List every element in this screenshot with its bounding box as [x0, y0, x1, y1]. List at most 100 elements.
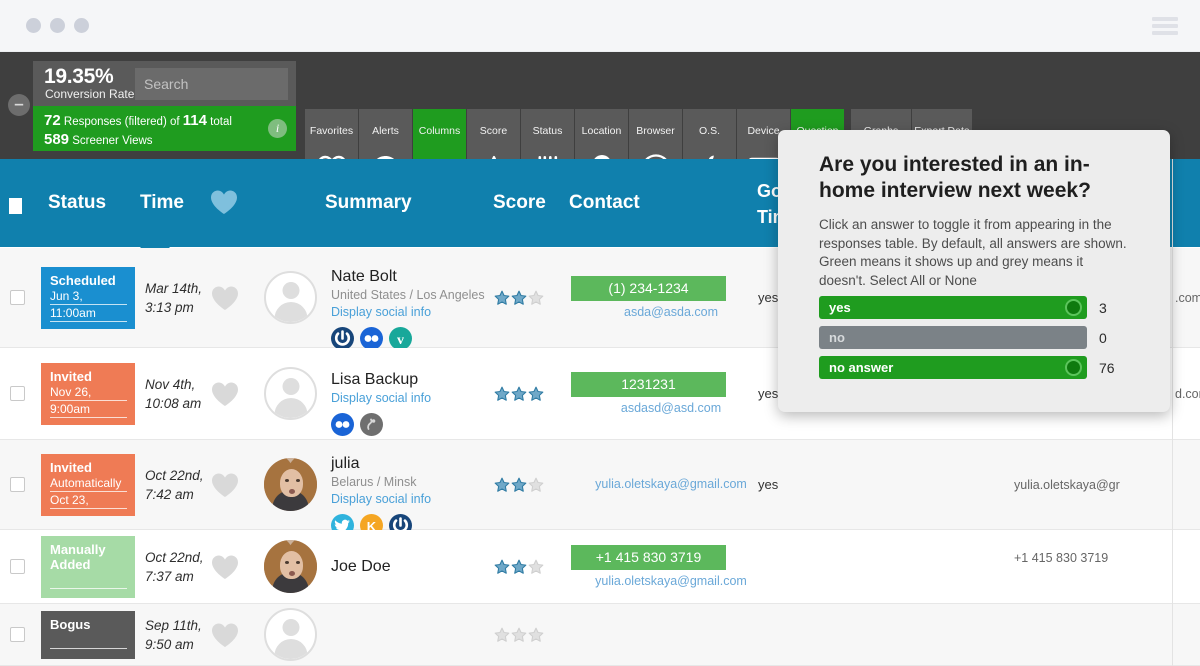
window-titlebar [0, 0, 1200, 52]
contact-location: Belarus / Minsk [331, 475, 417, 489]
header-favorite-heart-icon[interactable] [210, 189, 238, 220]
answer-label: yes [829, 300, 851, 315]
status-badge[interactable]: Bogus [41, 611, 135, 659]
contact-location: United States / Los Angeles [331, 288, 485, 302]
contact-cell: (1) 234-1234 asda@asda.com [571, 276, 771, 319]
hamburger-icon[interactable] [1152, 15, 1178, 37]
score-star[interactable] [528, 290, 544, 306]
toggle-knob-icon[interactable] [1065, 359, 1082, 376]
contact-name: Nate Bolt [331, 268, 397, 285]
score-star[interactable] [511, 559, 527, 575]
screener-views-line: 589 Screener Views [44, 131, 153, 148]
contact-email-link[interactable]: yulia.oletskaya@gmail.com [571, 574, 771, 588]
vimeo-icon[interactable]: v [389, 327, 412, 350]
header-status[interactable]: Status [48, 192, 106, 214]
score-star[interactable] [494, 386, 510, 402]
answer-toggle[interactable]: no answer [819, 356, 1087, 379]
toolbar-button-label: Alerts [372, 125, 399, 137]
score-stars[interactable] [494, 559, 544, 575]
toggle-knob-icon[interactable] [1065, 299, 1082, 316]
score-star[interactable] [528, 477, 544, 493]
score-stars[interactable] [494, 627, 544, 643]
header-time[interactable]: Time [140, 192, 184, 214]
answer-toggle[interactable]: yes [819, 296, 1087, 319]
header-summary[interactable]: Summary [325, 192, 412, 214]
answer-count: 0 [1099, 329, 1107, 346]
contact-cell: yulia.oletskaya@gmail.com [571, 477, 771, 491]
summary-cell: Lisa Backup Display social info [331, 370, 496, 436]
toolbar-button-label: O.S. [698, 125, 720, 137]
toolbar-button-label: Columns [418, 125, 461, 137]
avatar [264, 458, 317, 511]
row-checkbox[interactable] [10, 559, 25, 574]
status-badge[interactable]: Invited Automatically Oct 23, [41, 454, 135, 516]
app-root: – 19.35% Conversion Rate 72 Responses (f… [0, 0, 1200, 666]
favorite-heart-icon[interactable] [211, 554, 239, 585]
row-checkbox[interactable] [10, 290, 25, 305]
score-star[interactable] [494, 477, 510, 493]
table-right-border [1172, 159, 1173, 666]
summary-cell: Nate Bolt United States / Los Angeles Disp… [331, 267, 496, 350]
score-star[interactable] [494, 559, 510, 575]
status-badge[interactable]: Manually Added [41, 536, 135, 598]
favorite-heart-icon[interactable] [211, 622, 239, 653]
contact-email-link[interactable]: asda@asda.com [571, 305, 771, 319]
social-icons [331, 413, 496, 436]
score-star[interactable] [528, 559, 544, 575]
answer-row: no 0 [819, 326, 1139, 349]
grey-social-icon[interactable] [360, 413, 383, 436]
select-all-checkbox[interactable] [9, 198, 22, 214]
answer-count: 3 [1099, 299, 1107, 316]
row-checkbox[interactable] [10, 386, 25, 401]
minimize-dot[interactable] [50, 18, 65, 33]
score-star[interactable] [511, 477, 527, 493]
score-star[interactable] [528, 386, 544, 402]
status-badge[interactable]: Invited Nov 26, 9:00am [41, 363, 135, 425]
info-icon[interactable]: i [268, 119, 287, 138]
avatar [264, 540, 317, 593]
score-star[interactable] [511, 627, 527, 643]
display-social-info-link[interactable]: Display social info [331, 304, 496, 321]
good-time-cell: d.com [1175, 387, 1200, 401]
display-social-info-link[interactable]: Display social info [331, 390, 496, 407]
search-input[interactable] [135, 68, 288, 100]
score-star[interactable] [511, 386, 527, 402]
score-stars[interactable] [494, 386, 544, 402]
score-star[interactable] [511, 290, 527, 306]
flickr-icon[interactable] [331, 413, 354, 436]
collapse-button[interactable]: – [8, 94, 30, 116]
favorite-heart-icon[interactable] [211, 472, 239, 503]
gowalla-icon[interactable] [331, 327, 354, 350]
score-stars[interactable] [494, 290, 544, 306]
popup-description: Click an answer to toggle it from appear… [819, 217, 1127, 288]
status-badge[interactable]: Scheduled Jun 3, 11:00am [41, 267, 135, 329]
good-time-cell: .com [1175, 291, 1200, 305]
contact-email-link[interactable]: asdasd@asd.com [571, 401, 771, 415]
toolbar-button-label: Status [532, 125, 563, 137]
header-score[interactable]: Score [493, 192, 546, 214]
score-star[interactable] [528, 627, 544, 643]
favorite-heart-icon[interactable] [211, 285, 239, 316]
contact-name: Joe Doe [331, 558, 391, 575]
summary-cell: Joe Doe [331, 557, 496, 577]
row-checkbox[interactable] [10, 477, 25, 492]
close-dot[interactable] [26, 18, 41, 33]
score-star[interactable] [494, 627, 510, 643]
maximize-dot[interactable] [74, 18, 89, 33]
row-checkbox[interactable] [10, 627, 25, 642]
answer-count: 76 [1099, 359, 1115, 376]
answer-toggle[interactable]: no [819, 326, 1087, 349]
avatar [264, 367, 317, 420]
contact-email-link[interactable]: yulia.oletskaya@gmail.com [571, 477, 771, 491]
flickr-icon[interactable] [360, 327, 383, 350]
phone-button[interactable]: +1 415 830 3719 [571, 545, 726, 570]
phone-button[interactable]: 1231231 [571, 372, 726, 397]
display-social-info-link[interactable]: Display social info [331, 491, 496, 508]
header-contact[interactable]: Contact [569, 192, 640, 214]
contact-cell: 1231231 asdasd@asd.com [571, 372, 771, 415]
favorite-heart-icon[interactable] [211, 381, 239, 412]
score-stars[interactable] [494, 477, 544, 493]
toolbar-button-label: Location [581, 125, 622, 137]
phone-button[interactable]: (1) 234-1234 [571, 276, 726, 301]
score-star[interactable] [494, 290, 510, 306]
